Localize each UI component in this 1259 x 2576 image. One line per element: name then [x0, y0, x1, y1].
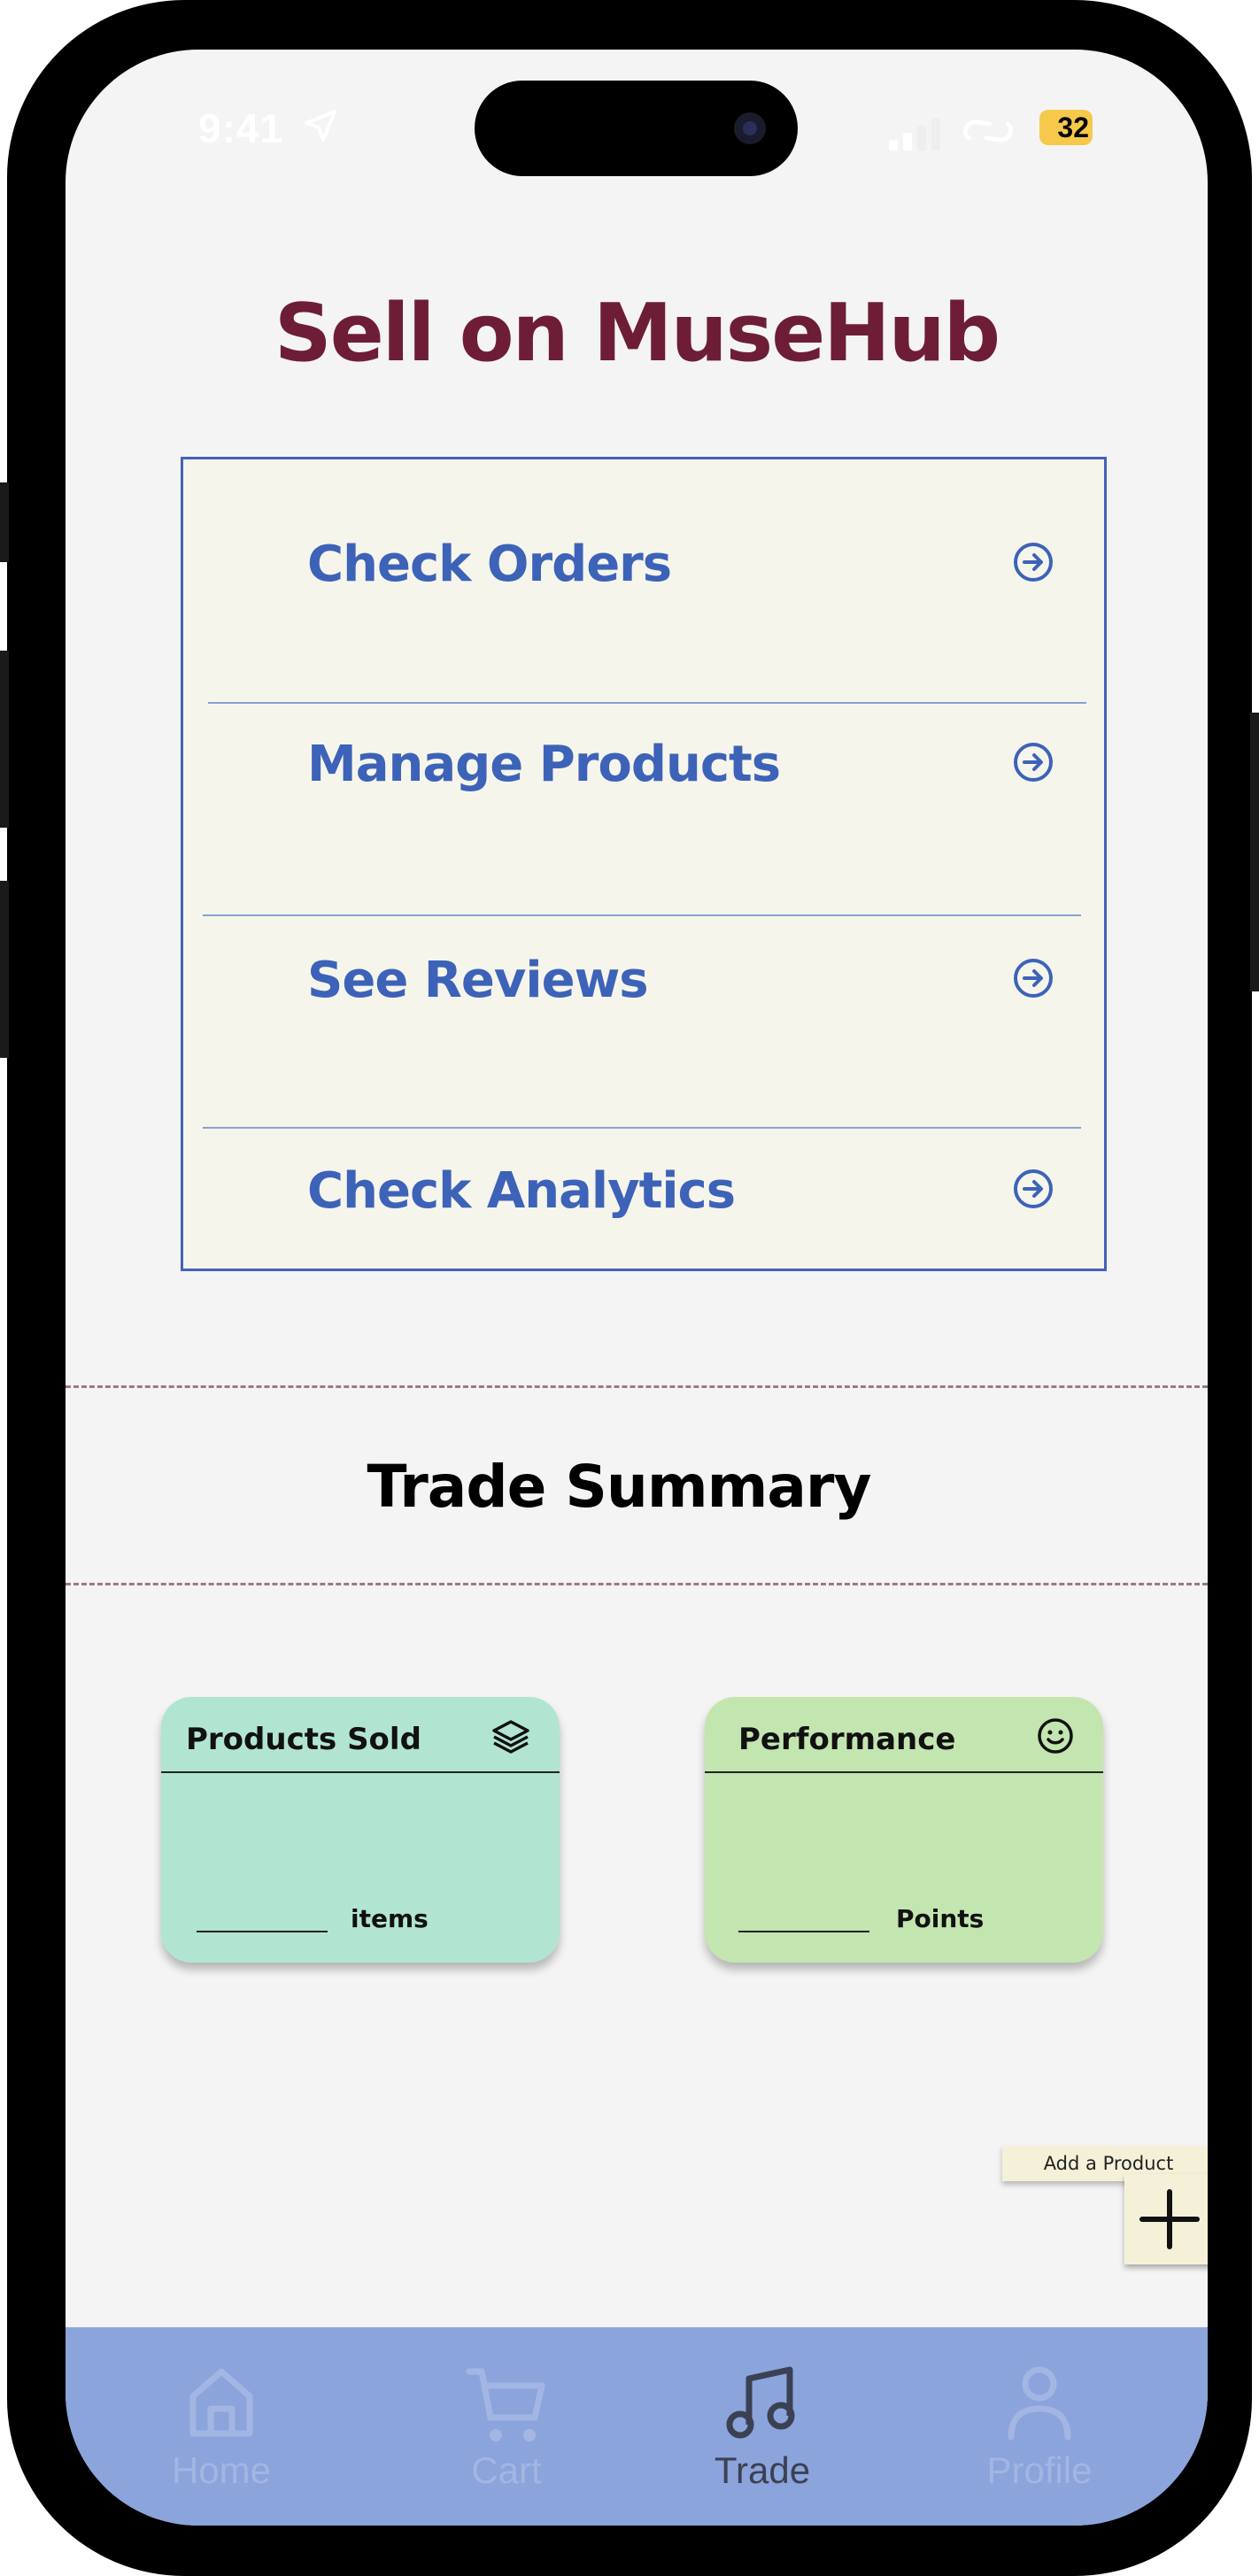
tab-bar: Home Cart Trade Profile [66, 2327, 1208, 2526]
tab-label: Trade [714, 2449, 811, 2491]
section-title: Trade Summary [367, 1453, 871, 1521]
phone-side-button [0, 881, 9, 1058]
menu-item-check-analytics[interactable]: Check Analytics [183, 1129, 1104, 1270]
arrow-right-circle-icon[interactable] [1012, 957, 1054, 999]
card-unit: Points [896, 1904, 985, 1933]
app-screen: 9:41 32 Sell on MuseHub Check Orders Man… [66, 50, 1208, 2526]
tab-label: Profile [986, 2449, 1093, 2491]
value-blank [197, 1931, 328, 1932]
phone-frame: 9:41 32 Sell on MuseHub Check Orders Man… [0, 0, 1259, 2576]
seller-menu: Check Orders Manage Products See Reviews [181, 457, 1107, 1271]
tab-profile[interactable]: Profile [951, 2327, 1128, 2526]
tab-home[interactable]: Home [133, 2327, 310, 2526]
battery-indicator: 32 [1039, 110, 1093, 145]
card-title: Performance [738, 1722, 956, 1757]
cart-icon [466, 2368, 545, 2441]
card-divider [161, 1771, 560, 1773]
phone-side-button [0, 482, 9, 562]
location-arrow-icon [305, 110, 336, 142]
plus-icon [1139, 2189, 1200, 2249]
signal-icon [889, 119, 940, 150]
arrow-right-circle-icon[interactable] [1012, 741, 1054, 783]
home-icon [189, 2368, 253, 2437]
card-divider [705, 1771, 1103, 1773]
arrow-right-circle-icon[interactable] [1012, 1168, 1054, 1210]
music-note-icon [726, 2366, 795, 2439]
performance-card[interactable]: Performance Points [705, 1697, 1103, 1963]
phone-side-button [0, 651, 9, 828]
dynamic-island [475, 81, 798, 176]
section-divider [66, 1385, 1208, 1388]
arrow-right-circle-icon[interactable] [1012, 541, 1054, 583]
menu-item-label: Manage Products [307, 736, 781, 793]
add-product-button[interactable] [1124, 2174, 1208, 2264]
menu-item-manage-products[interactable]: Manage Products [183, 706, 1104, 914]
page-title: Sell on MuseHub [274, 287, 1000, 380]
menu-item-label: See Reviews [307, 952, 649, 1009]
layers-icon [492, 1720, 529, 1754]
card-unit: items [351, 1904, 429, 1933]
products-sold-card[interactable]: Products Sold items [161, 1697, 560, 1963]
camera-icon [734, 112, 766, 144]
section-divider [66, 1583, 1208, 1585]
link-icon [962, 120, 1014, 143]
tab-label: Home [171, 2449, 272, 2491]
tab-cart[interactable]: Cart [418, 2327, 595, 2526]
menu-item-label: Check Orders [307, 536, 672, 593]
card-title: Products Sold [186, 1722, 421, 1757]
menu-item-label: Check Analytics [307, 1162, 736, 1220]
smiley-icon [1038, 1718, 1073, 1754]
menu-item-check-orders[interactable]: Check Orders [183, 459, 1104, 654]
tab-trade[interactable]: Trade [674, 2327, 851, 2526]
menu-divider [208, 702, 1086, 704]
tab-label: Cart [471, 2449, 542, 2491]
status-time: 9:41 [198, 105, 284, 151]
value-blank [738, 1931, 869, 1932]
menu-item-see-reviews[interactable]: See Reviews [183, 916, 1104, 1127]
person-icon [1008, 2366, 1071, 2441]
phone-side-button [1250, 713, 1259, 991]
